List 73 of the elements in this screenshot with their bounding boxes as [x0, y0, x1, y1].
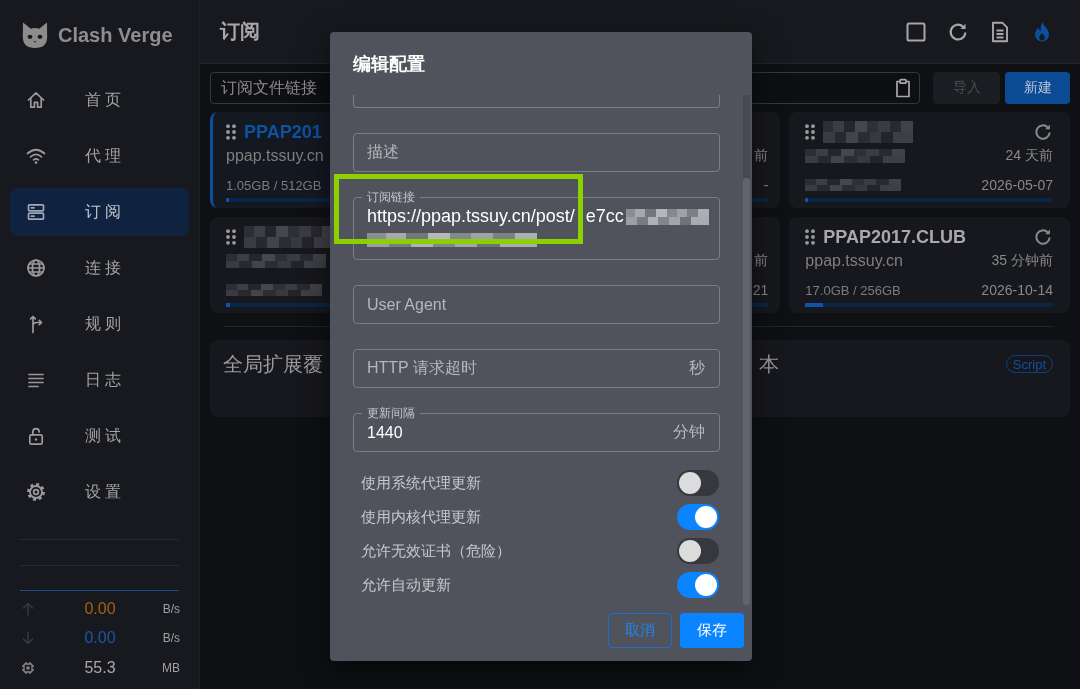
square-icon[interactable]: [905, 20, 927, 43]
save-button[interactable]: 保存: [680, 613, 744, 648]
expiry-date: 21: [752, 282, 769, 298]
new-button[interactable]: 新建: [1005, 72, 1070, 104]
field-label: 订阅链接: [362, 190, 420, 204]
download-speed-value: 0.00: [84, 629, 116, 648]
updated-time: 前: [754, 252, 769, 270]
gear-icon: [26, 482, 46, 502]
input-field[interactable]: 描述: [353, 133, 720, 172]
scrollbar[interactable]: [743, 95, 750, 605]
memory-usage-value: 55.3: [84, 658, 116, 677]
profile-name: PPAP201: [244, 121, 322, 143]
nav-item[interactable]: 代理: [10, 132, 189, 180]
chip-icon: [21, 660, 35, 675]
clipboard-icon[interactable]: [895, 78, 911, 98]
wifi-icon: [26, 146, 46, 166]
unit-label: 分钟: [673, 422, 705, 442]
drag-handle-icon[interactable]: [805, 229, 816, 245]
drag-handle-icon[interactable]: [805, 124, 816, 140]
updated-time: 24 天前: [1005, 147, 1053, 165]
profile-host: ppap.tssuy.cn: [805, 252, 903, 270]
input-field[interactable]: [353, 95, 720, 108]
switch-label: 使用内核代理更新: [361, 507, 481, 527]
card-title: 全局扩展覆: [223, 352, 323, 377]
toggle-switch[interactable]: [677, 470, 719, 496]
nav-item[interactable]: 日志: [10, 356, 189, 404]
expiry-date: -: [763, 177, 769, 193]
field-label: 更新间隔: [362, 406, 420, 420]
unit-label: 秒: [689, 358, 705, 378]
expiry-date: 2026-10-14: [981, 282, 1053, 298]
refresh-icon[interactable]: [1033, 227, 1053, 247]
down-arrow-icon: [21, 631, 35, 646]
switch-label: 使用系统代理更新: [361, 473, 481, 493]
switch-label: 允许无效证书（危险）: [361, 541, 511, 561]
refresh-icon[interactable]: [1033, 122, 1053, 142]
padlock-icon: [26, 426, 46, 446]
profile-host: ppap.tssuy.cn: [226, 147, 324, 165]
drag-handle-icon[interactable]: [226, 124, 236, 140]
nav-item[interactable]: 设置: [10, 468, 189, 516]
toggle-switch[interactable]: [677, 572, 719, 598]
updated-time: 35 分钟前: [991, 252, 1053, 270]
home-icon: [26, 90, 46, 110]
cat-logo-icon: [20, 20, 50, 50]
drag-handle-icon[interactable]: [226, 229, 236, 245]
card-title: 本: [759, 352, 779, 377]
input-field[interactable]: User Agent: [353, 285, 720, 324]
traffic-usage: 17.0GB / 256GB: [805, 282, 901, 298]
profile-card[interactable]: PPAP2017.CLUB ppap.tssuy.cn 35 分钟前 17.0GB / 256GB 2026-10-14: [789, 217, 1070, 313]
nav-item[interactable]: 首页: [10, 76, 189, 124]
up-arrow-icon: [21, 601, 35, 616]
updated-time: 前: [754, 147, 769, 165]
nav-item[interactable]: 测试: [10, 412, 189, 460]
switch-label: 允许自动更新: [361, 575, 451, 595]
unit-label: B/s: [162, 601, 180, 616]
traffic-usage: 1.05GB / 512GB: [226, 177, 322, 193]
dialog-title: 编辑配置: [352, 53, 426, 76]
document-icon[interactable]: [989, 20, 1011, 43]
unit-label: B/s: [162, 631, 180, 646]
profile-card[interactable]: 24 天前 2026-05-07: [789, 112, 1070, 208]
unit-label: MB: [162, 660, 180, 675]
toggle-switch[interactable]: [677, 504, 719, 530]
input-field[interactable]: HTTP 请求超时 秒: [353, 349, 720, 388]
upload-speed-value: 0.00: [84, 599, 116, 618]
profile-name: PPAP2017.CLUB: [823, 226, 967, 248]
nav-item[interactable]: 规则: [10, 300, 189, 348]
nav-item[interactable]: 订阅: [10, 188, 189, 236]
toggle-switch[interactable]: [677, 538, 719, 564]
app-name: Clash Verge: [58, 23, 173, 47]
globe-icon: [26, 258, 46, 278]
page-title: 订阅: [220, 19, 261, 44]
server-icon: [26, 202, 46, 222]
expiry-date: 2026-05-07: [981, 177, 1053, 193]
nav-item[interactable]: 连接: [10, 244, 189, 292]
